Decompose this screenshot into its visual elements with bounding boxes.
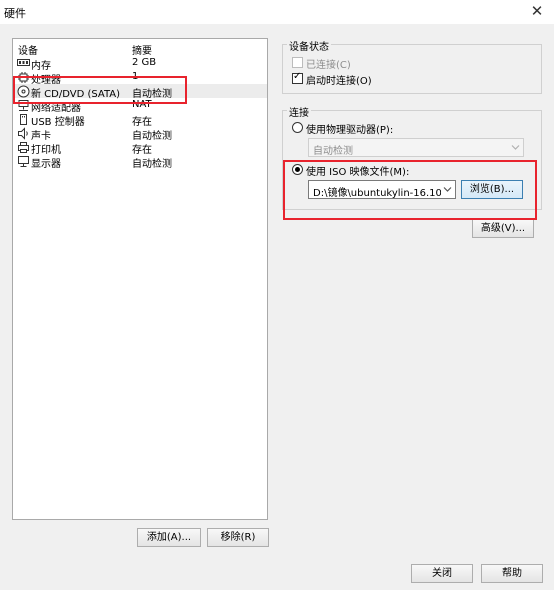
device-row-cd-dvd[interactable]: 新 CD/DVD (SATA) 自动检测 xyxy=(14,84,267,100)
title-bar: 硬件 ✕ xyxy=(0,0,554,24)
device-name: 显示器 xyxy=(31,159,61,170)
help-button[interactable]: 帮助 xyxy=(481,564,543,583)
device-row-display[interactable]: 显示器 自动检测 xyxy=(14,154,267,170)
column-header-device: 设备 xyxy=(18,46,38,57)
device-row-network-adapter[interactable]: 网络适配器 NAT xyxy=(14,98,267,114)
device-row-memory[interactable]: 内存 2 GB xyxy=(14,56,267,72)
iso-image-radio[interactable] xyxy=(292,164,303,175)
add-device-button[interactable]: 添加(A)... xyxy=(137,528,201,547)
iso-path-value: D:\镜像\ubuntukylin-16.10-enh xyxy=(313,188,441,199)
device-summary: 自动检测 xyxy=(132,159,172,170)
device-summary: NAT xyxy=(132,99,152,110)
chevron-down-icon xyxy=(511,141,520,156)
close-button[interactable]: 关闭 xyxy=(411,564,473,583)
physical-drive-radio[interactable] xyxy=(292,122,303,133)
connect-at-power-on-checkbox[interactable]: ✓ xyxy=(292,71,303,84)
memory-icon xyxy=(16,56,30,70)
cd-dvd-icon xyxy=(16,84,30,98)
connection-title: 连接 xyxy=(287,104,311,119)
physical-drive-dropdown[interactable]: 自动检测 xyxy=(308,138,524,157)
device-row-sound-card[interactable]: 声卡 自动检测 xyxy=(14,126,267,142)
remove-device-button[interactable]: 移除(R) xyxy=(207,528,269,547)
physical-drive-label: 使用物理驱动器(P): xyxy=(306,125,394,136)
usb-icon xyxy=(16,112,30,126)
window-title: 硬件 xyxy=(4,7,26,20)
device-summary: 1 xyxy=(132,71,139,82)
checkmark-icon: ✓ xyxy=(293,71,302,82)
device-row-usb-controller[interactable]: USB 控制器 存在 xyxy=(14,112,267,128)
chevron-down-icon xyxy=(443,183,452,198)
physical-drive-dropdown-value: 自动检测 xyxy=(313,146,353,157)
network-adapter-icon xyxy=(16,98,30,112)
advanced-button[interactable]: 高级(V)... xyxy=(472,219,534,238)
browse-button[interactable]: 浏览(B)... xyxy=(461,180,523,199)
iso-image-label: 使用 ISO 映像文件(M): xyxy=(306,167,410,178)
processor-icon xyxy=(16,70,30,84)
device-row-printer[interactable]: 打印机 存在 xyxy=(14,140,267,156)
device-summary: 2 GB xyxy=(132,57,157,68)
device-status-title: 设备状态 xyxy=(287,38,331,53)
connected-checkbox[interactable] xyxy=(292,57,303,68)
column-header-summary: 摘要 xyxy=(132,46,152,57)
display-icon xyxy=(16,154,30,168)
connected-label: 已连接(C) xyxy=(306,60,351,71)
iso-path-combobox[interactable]: D:\镜像\ubuntukylin-16.10-enh xyxy=(308,180,456,199)
device-row-processor[interactable]: 处理器 1 xyxy=(14,70,267,86)
connect-at-power-on-label: 启动时连接(O) xyxy=(306,76,372,87)
window-close-button[interactable]: ✕ xyxy=(520,0,554,24)
printer-icon xyxy=(16,140,30,154)
device-list: 设备 摘要 内存 2 GB 处理器 1 新 CD/DVD (SATA) 自动检测… xyxy=(12,38,268,520)
sound-card-icon xyxy=(16,126,30,140)
